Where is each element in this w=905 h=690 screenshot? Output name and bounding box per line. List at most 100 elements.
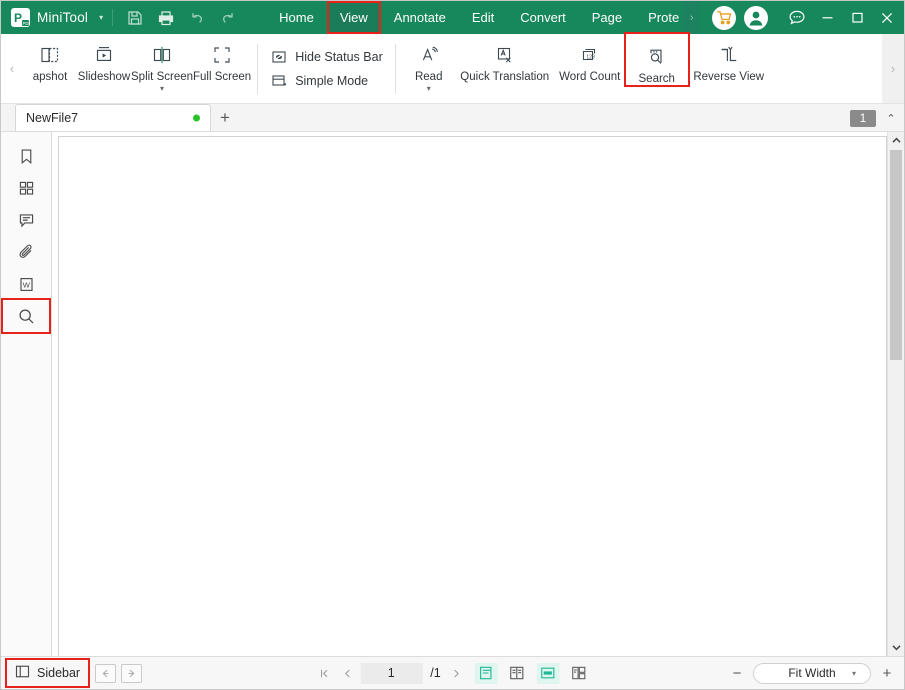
svg-text:PDF: PDF <box>23 21 30 26</box>
split-screen-chevron-down-icon[interactable]: ▾ <box>160 85 164 93</box>
ribbon-scroll-left-icon[interactable]: ‹ <box>1 34 23 103</box>
ribbon-group-tools: Read ▾ Quick Translation 123 Word Count … <box>402 32 770 104</box>
cart-icon[interactable] <box>712 5 736 30</box>
ribbon-toggle-simple-mode[interactable]: Simple Mode <box>270 73 383 90</box>
titlebar-right-controls <box>704 1 904 34</box>
continuous-scroll-view-icon[interactable] <box>536 662 560 684</box>
zoom-level-select[interactable]: Fit Width ▾ <box>753 662 871 684</box>
ribbon-button-quick-translation[interactable]: Quick Translation <box>456 34 554 83</box>
ribbon-button-search-label: Search <box>638 73 675 85</box>
redo-icon[interactable] <box>213 4 242 31</box>
single-page-view-icon[interactable] <box>474 662 498 684</box>
sidebar-item-word[interactable]: W <box>3 268 49 300</box>
sidebar-toggle-label: Sidebar <box>37 666 81 680</box>
undo-icon[interactable] <box>182 4 211 31</box>
quick-translation-icon <box>493 41 517 68</box>
ribbon-button-full-screen[interactable]: Full Screen <box>193 34 251 83</box>
ribbon-tab-convert[interactable]: Convert <box>507 1 579 34</box>
ribbon-button-slideshow[interactable]: Slideshow <box>77 34 131 83</box>
ribbon-tab-view[interactable]: View <box>326 1 381 34</box>
word-count-icon: 123 <box>578 41 602 68</box>
title-bar: P PDF MiniTool ▾ Home View Annotate Edit… <box>1 1 904 34</box>
maximize-button[interactable] <box>842 1 872 34</box>
ribbon-tab-annotate[interactable]: Annotate <box>381 1 459 34</box>
vertical-scrollbar[interactable] <box>887 132 904 656</box>
collapse-ribbon-chevron-up-icon[interactable]: ⌃ <box>884 112 898 125</box>
titlebar-divider <box>112 9 114 26</box>
ribbon-button-snapshot[interactable]: apshot <box>23 34 77 83</box>
nav-forward-button[interactable] <box>121 663 143 683</box>
ribbon-button-full-screen-label: Full Screen <box>193 71 252 83</box>
ribbon-scroll-right-icon[interactable]: › <box>882 34 904 103</box>
document-viewport[interactable] <box>52 132 904 656</box>
two-page-view-icon[interactable] <box>506 663 529 684</box>
first-page-button[interactable] <box>314 662 334 684</box>
feedback-chat-icon[interactable] <box>782 3 812 33</box>
attachment-icon <box>10 236 42 268</box>
ribbon-button-split-screen[interactable]: Split Screen ▾ <box>131 34 193 93</box>
ribbon-toggle-hide-status-bar[interactable]: Hide Status Bar <box>270 49 383 66</box>
ribbon-tab-edit[interactable]: Edit <box>459 1 507 34</box>
sidebar-item-attachments[interactable] <box>3 236 49 268</box>
current-page-input[interactable]: 1 <box>360 662 423 684</box>
document-tab-newfile7[interactable]: NewFile7 <box>15 104 211 131</box>
total-pages-label: /1 <box>430 666 441 680</box>
quick-access-toolbar <box>120 4 242 31</box>
document-page[interactable] <box>58 136 887 656</box>
page-count-badge[interactable]: 1 <box>850 110 876 127</box>
save-icon[interactable] <box>120 4 149 31</box>
next-page-button[interactable] <box>447 662 467 684</box>
ribbon-divider-2 <box>394 43 396 94</box>
sidebar-toggle-button[interactable]: Sidebar <box>4 658 91 688</box>
ribbon-button-search[interactable]: Search <box>623 32 690 87</box>
zoom-chevron-down-icon[interactable]: ▾ <box>852 669 856 678</box>
scroll-up-arrow-icon[interactable] <box>888 132 904 149</box>
zoom-controls: − Fit Width ▾ + <box>728 662 896 684</box>
ribbon-tab-bar: Home View Annotate Edit Convert Page Pro… <box>266 1 701 34</box>
thumbnail-grid-view-icon[interactable] <box>568 663 591 684</box>
tabstrip-right-controls: 1 ⌃ <box>850 110 898 127</box>
account-avatar-icon[interactable] <box>744 5 768 30</box>
ribbon-button-read[interactable]: Read ▾ <box>402 34 456 93</box>
zoom-out-button[interactable]: − <box>728 664 746 682</box>
ribbon-button-word-count-label: Word Count <box>559 71 621 83</box>
hide-status-bar-icon <box>270 49 287 66</box>
sidebar-item-search[interactable] <box>1 298 51 334</box>
scroll-down-arrow-icon[interactable] <box>888 639 904 656</box>
sidebar-item-thumbnails[interactable] <box>3 172 49 204</box>
nav-back-button[interactable] <box>95 663 117 683</box>
ribbon-button-snapshot-label: apshot <box>32 71 68 83</box>
zoom-in-button[interactable]: + <box>878 664 896 682</box>
previous-page-button[interactable] <box>337 662 357 684</box>
vertical-scrollbar-thumb[interactable] <box>890 150 902 360</box>
new-tab-button[interactable]: + <box>211 104 239 131</box>
sidebar-panel-icon <box>15 664 30 682</box>
ribbon-button-quick-translation-label: Quick Translation <box>460 71 550 83</box>
thumbnails-icon <box>10 172 42 204</box>
close-button[interactable] <box>872 1 902 34</box>
brand[interactable]: P PDF MiniTool ▾ <box>1 8 103 27</box>
read-chevron-down-icon[interactable]: ▾ <box>427 85 431 93</box>
print-icon[interactable] <box>151 4 180 31</box>
sidebar-item-bookmarks[interactable] <box>3 140 49 172</box>
ribbon-tab-protect[interactable]: Prote <box>635 1 683 34</box>
ribbon-tab-page[interactable]: Page <box>579 1 635 34</box>
zoom-level-label: Fit Width <box>788 666 836 680</box>
ribbon-button-reverse-view[interactable]: Reverse View <box>688 34 770 83</box>
ribbon-group-display-toggles: Hide Status Bar Simple Mode <box>264 34 389 104</box>
ribbon-button-word-count[interactable]: 123 Word Count <box>554 34 626 83</box>
comment-icon <box>10 204 42 236</box>
ribbon-toggle-simple-mode-label: Simple Mode <box>295 74 369 88</box>
minimize-button[interactable] <box>812 1 842 34</box>
ribbon-tabs-overflow-icon[interactable]: › <box>683 1 701 34</box>
search-icon <box>10 300 42 332</box>
brand-dropdown-caret[interactable]: ▾ <box>99 13 103 22</box>
ribbon-tab-home[interactable]: Home <box>266 1 327 34</box>
sidebar-item-comments[interactable] <box>3 204 49 236</box>
ribbon-button-split-screen-label: Split Screen <box>131 71 194 83</box>
unsaved-changes-dot-icon <box>193 114 200 122</box>
page-navigation: 1 /1 <box>314 662 590 684</box>
search-icon <box>645 43 669 70</box>
full-screen-icon <box>210 41 234 68</box>
ribbon-button-reverse-view-label: Reverse View <box>693 71 765 83</box>
